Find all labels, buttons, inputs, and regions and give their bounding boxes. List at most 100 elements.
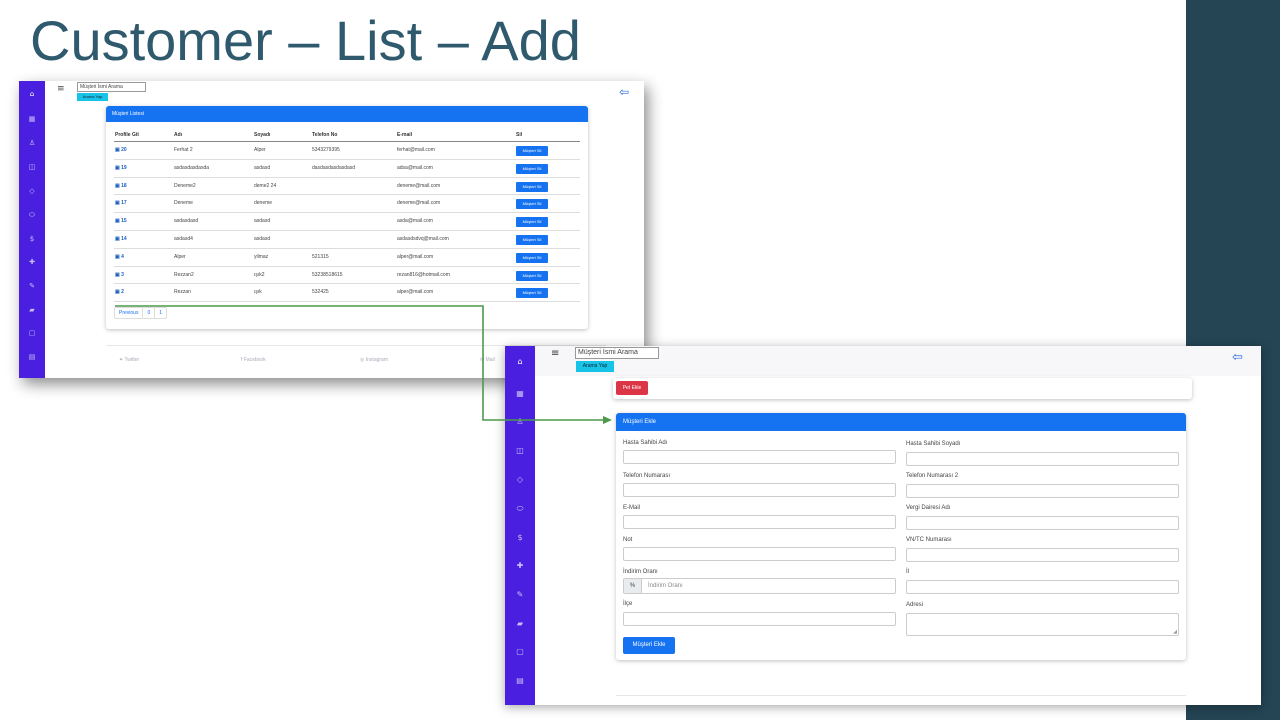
customer-id: 15: [121, 218, 127, 225]
footer-link-mail[interactable]: ✉ Mail: [480, 357, 495, 363]
syringe-icon[interactable]: ✎: [505, 590, 535, 599]
logout-icon[interactable]: ⇦: [1232, 350, 1243, 365]
customer-id: 14: [121, 235, 127, 242]
cell-email: asda@mail.com: [397, 218, 433, 225]
cell-surname: deneme: [254, 200, 273, 207]
delete-customer-button[interactable]: Müşteri Sil: [516, 252, 548, 263]
table-row: ▣ 3 Rezzan2 ışık2 53238518615 rezan816@hotma…: [114, 267, 580, 285]
basket-icon[interactable]: ◫: [505, 446, 535, 455]
cell-email: alper@mail.com: [397, 289, 434, 296]
grid-icon[interactable]: ▦: [19, 115, 45, 123]
cell-email: alper@mail.com: [397, 253, 434, 260]
hamburger-menu-icon[interactable]: ≡: [57, 84, 65, 94]
tag-icon[interactable]: ◇: [505, 475, 535, 484]
delete-customer-button[interactable]: Müşteri Sil: [516, 270, 548, 281]
tag-icon[interactable]: ◇: [19, 187, 45, 195]
profile-link[interactable]: ▣ 4: [115, 254, 124, 260]
owner-surname-input[interactable]: [906, 452, 1179, 466]
add-pet-button[interactable]: Pet Ekle: [616, 381, 648, 395]
tablet-icon[interactable]: ▢: [19, 329, 45, 337]
plus-icon[interactable]: ✚: [505, 561, 535, 570]
profile-link[interactable]: ▣ 20: [115, 147, 127, 153]
cell-surname: asdasd: [254, 218, 271, 225]
cell-name: Rezzan2: [174, 271, 194, 278]
delete-customer-button[interactable]: Müşteri Sil: [516, 163, 548, 174]
plus-icon[interactable]: ✚: [19, 258, 45, 266]
archive-icon[interactable]: ▤: [505, 676, 535, 685]
cell-phone: 532425: [312, 289, 329, 296]
tax-office-label: Vergi Dairesi Adı: [906, 505, 951, 511]
grid-icon[interactable]: ▦: [505, 389, 535, 398]
add-customer-submit-button[interactable]: Müşteri Ekle: [623, 637, 675, 654]
delete-customer-button[interactable]: Müşteri Sil: [516, 288, 548, 299]
owner-name-input[interactable]: [623, 450, 896, 464]
city-input[interactable]: [906, 580, 1179, 594]
profile-link[interactable]: ▣ 3: [115, 272, 124, 278]
customer-search-input[interactable]: Müşteri İsmi Arama: [575, 347, 659, 359]
pill-icon[interactable]: ⬭: [19, 211, 45, 220]
home-icon[interactable]: ⌂: [505, 357, 535, 366]
table-row: ▣ 19 asdasdasdasda asdasd dasdasdasdasdasd a…: [114, 160, 580, 178]
profile-link[interactable]: ▣ 14: [115, 236, 127, 242]
cell-email: deneme@mail.com: [397, 200, 441, 207]
delete-customer-button[interactable]: Müşteri Sil: [516, 146, 548, 156]
tax-office-input[interactable]: [906, 516, 1179, 530]
profile-link[interactable]: ▣ 18: [115, 183, 127, 189]
dollar-icon[interactable]: $: [19, 235, 45, 243]
customer-table: Profile Git Adı Soyadı Telefon No E-mail…: [114, 128, 580, 303]
footer-label: Mail: [485, 357, 495, 363]
basket-icon[interactable]: ◫: [19, 163, 45, 171]
footer-link-facebook[interactable]: f Facebook: [241, 357, 266, 363]
customer-add-screenshot: ⌂ ▦ ♙ ◫ ◇ ⬭ $ ✚ ✎ ▰ ▢ ▤ ≡ Müşteri İsmi A…: [505, 346, 1261, 705]
resize-handle-icon[interactable]: ◢: [1173, 629, 1177, 635]
delete-customer-button[interactable]: Müşteri Sil: [516, 217, 548, 228]
cell-surname: ışık: [254, 289, 262, 296]
archive-icon[interactable]: ▤: [19, 353, 45, 361]
tablet-icon[interactable]: ▢: [505, 647, 535, 656]
logout-icon[interactable]: ⇦: [619, 85, 629, 99]
address-textarea[interactable]: ◢: [906, 613, 1179, 636]
phone2-input[interactable]: [906, 484, 1179, 498]
dollar-icon[interactable]: $: [505, 533, 535, 542]
pagination-previous[interactable]: Previous: [115, 308, 144, 318]
table-row: ▣ 2 Rezzan ışık 532425 alper@mail.com Müşteri…: [114, 284, 580, 303]
footer-label: Twitter: [124, 357, 140, 363]
tax-id-input[interactable]: [906, 548, 1179, 562]
truck-icon[interactable]: ▰: [19, 306, 45, 314]
table-row: ▣ 15 asdasdasd asdasd asda@mail.com Müşteri …: [114, 213, 580, 231]
phone-input[interactable]: [623, 483, 896, 497]
note-input[interactable]: [623, 547, 896, 561]
cell-name: Ferhat 2: [174, 147, 193, 153]
pagination-page[interactable]: 1: [155, 308, 166, 318]
syringe-icon[interactable]: ✎: [19, 282, 45, 290]
search-button[interactable]: Arama Yap: [576, 361, 614, 372]
footer-link-instagram[interactable]: ◎ Instagram: [360, 357, 388, 363]
delete-customer-button[interactable]: Müşteri Sil: [516, 234, 548, 245]
customer-search-input[interactable]: Müşteri İsmi Arama: [77, 82, 146, 92]
cell-phone: 521315: [312, 253, 329, 260]
email-input[interactable]: [623, 515, 896, 529]
owner-surname-label: Hasta Sahibi Soyadı: [906, 441, 961, 447]
cell-surname: asdasd: [254, 235, 271, 242]
home-icon[interactable]: ⌂: [19, 90, 45, 98]
pill-icon[interactable]: ⬭: [505, 504, 535, 514]
district-input[interactable]: [623, 612, 896, 626]
delete-customer-button[interactable]: Müşteri Sil: [516, 181, 548, 192]
profile-link[interactable]: ▣ 15: [115, 218, 127, 224]
pagination-page[interactable]: 0: [143, 308, 156, 318]
district-label: İlçe: [623, 601, 633, 607]
sidebar: ⌂ ▦ ♙ ◫ ◇ ⬭ $ ✚ ✎ ▰ ▢ ▤: [19, 81, 45, 378]
user-icon[interactable]: ♙: [19, 139, 45, 147]
profile-link[interactable]: ▣ 17: [115, 200, 127, 206]
customer-id: 2: [121, 289, 124, 296]
user-icon[interactable]: ♙: [505, 417, 535, 426]
hamburger-menu-icon[interactable]: ≡: [551, 348, 559, 359]
search-button[interactable]: Arama Yap: [77, 93, 108, 101]
delete-customer-button[interactable]: Müşteri Sil: [516, 199, 548, 210]
profile-link[interactable]: ▣ 19: [115, 165, 127, 171]
profile-link[interactable]: ▣ 2: [115, 289, 124, 295]
footer-link-twitter[interactable]: ✦ Twitter: [119, 357, 139, 363]
truck-icon[interactable]: ▰: [505, 619, 535, 628]
cell-phone: dasdasdasdasdasd: [312, 164, 356, 171]
discount-input[interactable]: İndirim Oranı: [648, 579, 683, 593]
